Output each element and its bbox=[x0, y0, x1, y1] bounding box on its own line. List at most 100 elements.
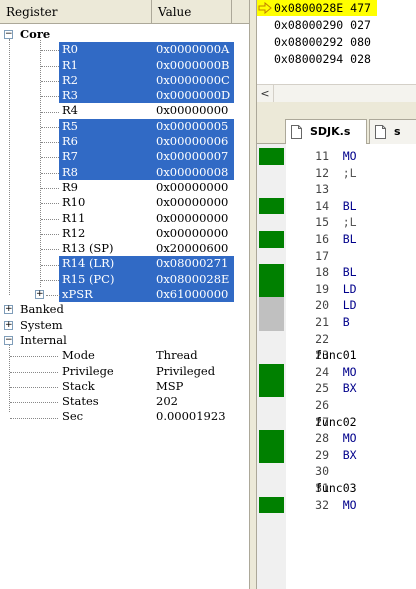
register-name: Sec bbox=[62, 409, 84, 424]
register-value[interactable]: 202 bbox=[156, 394, 178, 409]
expand-icon[interactable]: + bbox=[4, 305, 13, 315]
column-header-register[interactable]: Register bbox=[0, 0, 152, 24]
collapse-icon[interactable]: − bbox=[4, 335, 13, 345]
register-value[interactable]: 0x0000000C bbox=[156, 73, 230, 88]
tree-group-internal[interactable]: − Internal bbox=[0, 333, 249, 348]
code-line[interactable]: BL bbox=[315, 198, 357, 215]
coverage-margin[interactable] bbox=[257, 144, 286, 589]
register-value[interactable]: 0x0800028E bbox=[156, 272, 229, 287]
column-header-value[interactable]: Value bbox=[152, 0, 232, 24]
register-value[interactable]: Thread bbox=[156, 348, 198, 363]
code-line[interactable]: func02 bbox=[315, 414, 357, 431]
register-row[interactable]: R15 (PC) 0x0800028E bbox=[0, 271, 249, 288]
register-row[interactable]: R2 0x0000000C bbox=[0, 72, 249, 89]
register-row[interactable]: R13 (SP) 0x20000600 bbox=[0, 241, 249, 256]
disassembly-line[interactable]: 0x08000292 080 bbox=[257, 34, 416, 50]
disassembly-line[interactable]: 0x08000290 027 bbox=[257, 17, 416, 33]
tab-label: s bbox=[394, 125, 401, 138]
register-row[interactable]: R3 0x0000000D bbox=[0, 88, 249, 104]
tree-connector bbox=[41, 264, 59, 266]
register-value[interactable]: 0x00000000 bbox=[156, 195, 228, 210]
register-value[interactable]: 0x00000000 bbox=[156, 211, 228, 226]
line-number: 22 bbox=[315, 331, 329, 346]
code-line[interactable]: BX bbox=[315, 380, 357, 397]
disassembly-current-line[interactable]: 0x0800028E 477 bbox=[257, 0, 377, 16]
code-line[interactable]: ;L bbox=[315, 165, 357, 182]
register-name: Internal bbox=[20, 332, 67, 347]
partial-marker bbox=[259, 297, 284, 314]
code-line[interactable]: func01 bbox=[315, 347, 357, 364]
disassembly-window: 0x0800028E 477 0x08000290 027 0x08000292 0… bbox=[257, 0, 416, 84]
code-line[interactable]: MO bbox=[315, 497, 357, 514]
register-header: Register Value bbox=[0, 0, 249, 24]
register-value[interactable]: 0x0000000B bbox=[156, 58, 229, 73]
code-line[interactable]: MO bbox=[315, 364, 357, 381]
register-value[interactable]: 0x0000000D bbox=[156, 88, 230, 103]
register-name: R8 bbox=[62, 164, 78, 179]
register-row[interactable]: R12 0x00000000 bbox=[0, 226, 249, 241]
code-line[interactable]: LD bbox=[315, 297, 357, 314]
editor-tab-strip: SDJK.s s bbox=[257, 116, 416, 144]
expand-icon[interactable]: + bbox=[4, 320, 13, 330]
code-line[interactable]: ;L bbox=[315, 214, 357, 231]
register-value[interactable]: 0x00000000 bbox=[156, 103, 228, 118]
disassembly-line[interactable]: 0x08000294 028 bbox=[257, 51, 416, 67]
register-row[interactable]: R10 0x00000000 bbox=[0, 195, 249, 210]
register-row[interactable]: R8 0x00000008 bbox=[0, 164, 249, 180]
code-line[interactable]: MO bbox=[315, 430, 357, 447]
disassembly-horizontal-scrollbar[interactable]: < bbox=[257, 84, 416, 102]
code-line[interactable]: BL bbox=[315, 264, 357, 281]
register-value[interactable]: 0.00001923 bbox=[156, 409, 226, 424]
register-value[interactable]: 0x61000000 bbox=[156, 287, 228, 302]
register-row[interactable]: R6 0x00000006 bbox=[0, 134, 249, 150]
register-value[interactable]: 0x0000000A bbox=[156, 42, 229, 57]
tree-group-core[interactable]: − Core bbox=[0, 27, 249, 42]
register-value[interactable]: 0x00000000 bbox=[156, 226, 228, 241]
register-value[interactable]: MSP bbox=[156, 379, 183, 394]
tab-sdjk-s[interactable]: SDJK.s bbox=[285, 119, 367, 144]
register-value[interactable]: 0x00000007 bbox=[156, 149, 228, 164]
register-row[interactable]: R9 0x00000000 bbox=[0, 180, 249, 195]
code-line[interactable]: BX bbox=[315, 447, 357, 464]
register-value[interactable]: Privileged bbox=[156, 364, 215, 379]
executed-marker bbox=[259, 148, 284, 165]
register-value[interactable]: 0x00000008 bbox=[156, 165, 228, 180]
register-value[interactable]: 0x20000600 bbox=[156, 241, 228, 256]
scroll-left-button[interactable]: < bbox=[257, 85, 274, 102]
code-line[interactable]: LD bbox=[315, 281, 357, 298]
tab-second-file[interactable]: s bbox=[369, 119, 416, 144]
tree-connector bbox=[41, 111, 59, 113]
tree-group-banked[interactable]: + Banked bbox=[0, 302, 249, 317]
code-line[interactable]: MO bbox=[315, 148, 357, 165]
executed-marker bbox=[259, 446, 284, 464]
register-row[interactable]: R14 (LR) 0x08000271 bbox=[0, 256, 249, 272]
register-row[interactable]: + xPSR 0x61000000 bbox=[0, 287, 249, 303]
line-number: 13 bbox=[315, 182, 329, 197]
register-value[interactable]: 0x08000271 bbox=[156, 256, 228, 271]
register-row[interactable]: R1 0x0000000B bbox=[0, 57, 249, 73]
pane-splitter[interactable] bbox=[249, 0, 257, 589]
collapse-icon[interactable]: − bbox=[4, 30, 13, 39]
register-row[interactable]: R5 0x00000005 bbox=[0, 118, 249, 135]
expand-icon[interactable]: + bbox=[35, 290, 44, 300]
document-icon bbox=[291, 125, 302, 139]
register-name: System bbox=[20, 317, 63, 332]
register-value[interactable]: 0x00000000 bbox=[156, 180, 228, 195]
tree-connector bbox=[10, 402, 58, 404]
register-row[interactable]: R4 0x00000000 bbox=[0, 103, 249, 118]
register-row[interactable]: R0 0x0000000A bbox=[0, 42, 249, 58]
register-name: Banked bbox=[20, 302, 64, 317]
source-editor[interactable]: 11 MO 12 ;L 13 14 BL 15 ;L 16 BL 17 18 BL 19 LD 2… bbox=[257, 144, 416, 589]
register-row[interactable]: R7 0x00000007 bbox=[0, 149, 249, 165]
register-row[interactable]: R11 0x00000000 bbox=[0, 211, 249, 226]
tree-group-system[interactable]: + System bbox=[0, 318, 249, 333]
code-line[interactable]: func03 bbox=[315, 480, 357, 497]
register-name: xPSR bbox=[62, 287, 93, 302]
executed-marker bbox=[259, 280, 284, 298]
register-name: R5 bbox=[62, 118, 78, 133]
register-name: R9 bbox=[62, 179, 78, 194]
code-line[interactable]: BL bbox=[315, 231, 357, 248]
register-value[interactable]: 0x00000005 bbox=[156, 119, 228, 134]
register-value[interactable]: 0x00000006 bbox=[156, 134, 228, 149]
code-line[interactable]: B bbox=[315, 314, 350, 331]
